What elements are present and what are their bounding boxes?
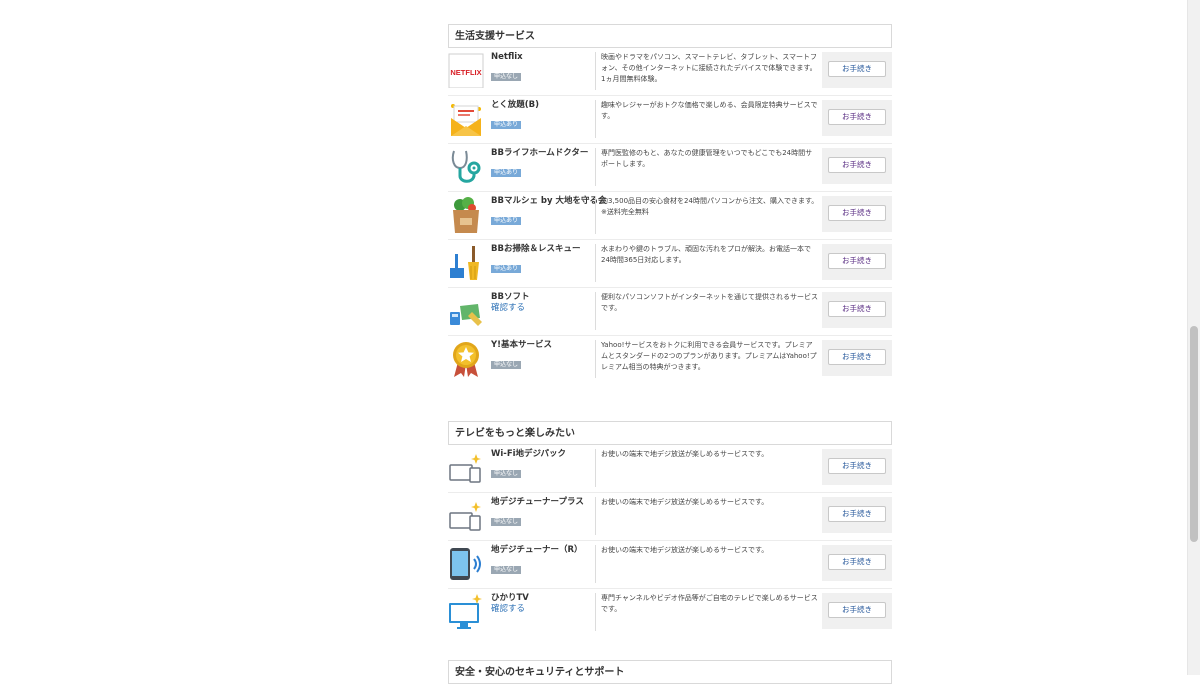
action-box: お手続き [822, 340, 892, 376]
service-description: Yahoo!サービスをおトクに利用できる会員サービスです。プレミアムとスタンダー… [601, 341, 817, 371]
action-box: お手続き [822, 100, 892, 136]
procedure-button[interactable]: お手続き [828, 458, 886, 474]
status-badge: 申込あり [491, 169, 522, 177]
action-box: お手続き [822, 148, 892, 184]
service-description: 映画やドラマをパソコン、スマートテレビ、タブレット、スマートフォン、その他インタ… [601, 53, 818, 83]
service-description: 約3,500品目の安心食材を24時間パソコンから注文、購入できます。 ※送料完全… [601, 197, 819, 216]
procedure-button[interactable]: お手続き [828, 205, 886, 221]
service-row-marche: BBマルシェ by 大地を守る会 申込あり 約3,500品目の安心食材を24時間… [448, 192, 892, 240]
divider [595, 497, 596, 535]
procedure-button[interactable]: お手続き [828, 109, 886, 125]
divider [595, 340, 596, 378]
service-row-tuner-plus: 地デジチューナープラス 申込なし お使いの端末で地デジ放送が楽しめるサービスです… [448, 493, 892, 541]
service-row-life-home-doctor: BBライフホームドクター 申込あり 専門医監修のもと、あなたの健康管理をいつでも… [448, 144, 892, 192]
divider [595, 148, 596, 186]
service-row-netflix: NETFLIX Netflix 申込なし 映画やドラマをパソコン、スマートテレビ… [448, 48, 892, 96]
service-description: お使いの端末で地デジ放送が楽しめるサービスです。 [601, 546, 769, 554]
procedure-button[interactable]: お手続き [828, 301, 886, 317]
vertical-scrollbar[interactable] [1187, 0, 1200, 675]
service-description: お使いの端末で地デジ放送が楽しめるサービスです。 [601, 450, 769, 458]
divider [595, 52, 596, 90]
medal-star-icon [448, 340, 484, 378]
status-badge: 申込なし [491, 566, 522, 574]
action-box: お手続き [822, 545, 892, 581]
procedure-button[interactable]: お手続き [828, 554, 886, 570]
action-box: お手続き [822, 244, 892, 280]
service-description: 専門医監修のもと、あなたの健康管理をいつでもどこでも24時間サポートします。 [601, 149, 813, 168]
tv-sparkle-icon [448, 593, 484, 631]
service-description: お使いの端末で地デジ放送が楽しめるサービスです。 [601, 498, 769, 506]
service-description: 趣味やレジャーがおトクな価格で楽しめる、会員限定特典サービスです。 [601, 101, 818, 120]
grocery-bag-icon [448, 196, 484, 234]
status-badge: 申込なし [491, 518, 522, 526]
procedure-button[interactable]: お手続き [828, 506, 886, 522]
divider [595, 100, 596, 138]
divider [595, 292, 596, 330]
action-box: お手続き [822, 52, 892, 88]
status-badge: 申込あり [491, 265, 522, 273]
devices-sparkle-icon [448, 449, 484, 487]
divider [595, 244, 596, 282]
shipping-note: ※送料完全無料 [601, 208, 649, 216]
status-badge: 申込あり [491, 121, 522, 129]
netflix-logo-icon: NETFLIX [448, 52, 484, 90]
divider [595, 545, 596, 583]
action-box: お手続き [822, 593, 892, 629]
status-badge: 申込なし [491, 73, 522, 81]
procedure-button[interactable]: お手続き [828, 157, 886, 173]
section-title: テレビをもっと楽しみたい [448, 421, 892, 445]
service-description: 水まわりや鍵のトラブル、頑固な汚れをプロが解決。お電話一本で24時間365日対応… [601, 245, 811, 264]
status-badge: 申込あり [491, 217, 522, 225]
divider [595, 449, 596, 487]
section-life-support: 生活支援サービス NETFLIX Netflix 申込なし 映画やドラマをパソコ… [448, 24, 892, 383]
procedure-button[interactable]: お手続き [828, 602, 886, 618]
section-tv: テレビをもっと楽しみたい Wi-Fi地デジパック 申込なし お使いの端末で地デジ… [448, 421, 892, 636]
divider [595, 196, 596, 234]
service-row-tokuhoudai: とく放題(B) 申込あり 趣味やレジャーがおトクな価格で楽しめる、会員限定特典サ… [448, 96, 892, 144]
action-box: お手続き [822, 292, 892, 328]
action-box: お手続き [822, 497, 892, 533]
service-row-bb-soft: BBソフト 確認する 便利なパソコンソフトがインターネットを通じて提供されるサー… [448, 288, 892, 336]
procedure-button[interactable]: お手続き [828, 349, 886, 365]
service-description: 専門チャンネルやビデオ作品等がご自宅のテレビで楽しめるサービスです。 [601, 594, 818, 613]
service-row-tuner-r: 地デジチューナー（R） 申込なし お使いの端末で地デジ放送が楽しめるサービスです… [448, 541, 892, 589]
service-description: 便利なパソコンソフトがインターネットを通じて提供されるサービスです。 [601, 293, 818, 312]
service-row-yahoo-basic: Y!基本サービス 申込なし Yahoo!サービスをおトクに利用できる会員サービス… [448, 336, 892, 383]
section-title: 安全・安心のセキュリティとサポート [448, 660, 892, 684]
software-tools-icon [448, 292, 484, 330]
scrollbar-thumb[interactable] [1190, 326, 1198, 542]
divider [595, 593, 596, 631]
status-badge: 申込なし [491, 361, 522, 369]
cleaning-tools-icon [448, 244, 484, 282]
section-security: 安全・安心のセキュリティとサポート [448, 660, 892, 684]
stethoscope-icon [448, 148, 484, 186]
section-title: 生活支援サービス [448, 24, 892, 48]
action-box: お手続き [822, 196, 892, 232]
action-box: お手続き [822, 449, 892, 485]
status-badge: 申込なし [491, 470, 522, 478]
service-row-hikari-tv: ひかりTV 確認する 専門チャンネルやビデオ作品等がご自宅のテレビで楽しめるサー… [448, 589, 892, 636]
svg-text:NETFLIX: NETFLIX [450, 68, 481, 77]
service-row-wifi-tv-pack: Wi-Fi地デジパック 申込なし お使いの端末で地デジ放送が楽しめるサービスです… [448, 445, 892, 493]
service-row-cleaning-rescue: BBお掃除＆レスキュー 申込あり 水まわりや鍵のトラブル、頑固な汚れをプロが解決… [448, 240, 892, 288]
tablet-wireless-icon [448, 545, 484, 583]
envelope-coupon-icon [448, 100, 484, 138]
procedure-button[interactable]: お手続き [828, 61, 886, 77]
devices-sparkle-icon [448, 497, 484, 535]
procedure-button[interactable]: お手続き [828, 253, 886, 269]
